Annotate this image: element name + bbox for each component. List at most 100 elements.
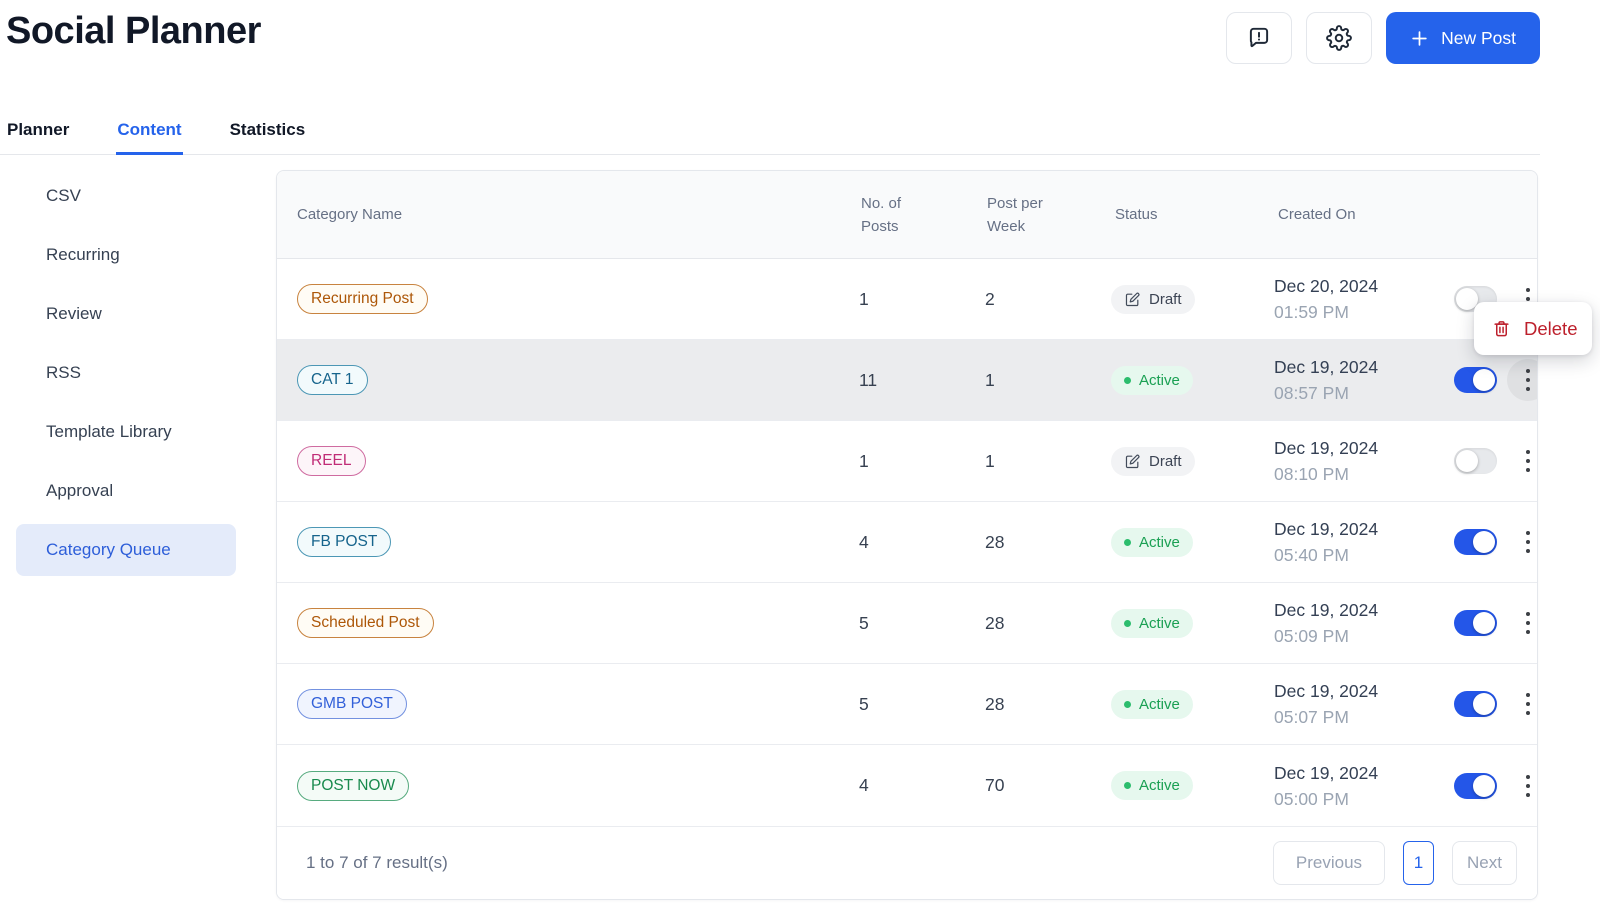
gear-icon [1326, 25, 1353, 51]
new-post-label: New Post [1441, 27, 1516, 48]
active-dot-icon [1124, 619, 1131, 627]
posts-per-week: 2 [985, 288, 995, 309]
category-badge: CAT 1 [297, 365, 368, 395]
posts-count: 11 [859, 369, 878, 390]
posts-count: 4 [859, 531, 869, 552]
delete-menu-item[interactable]: Delete [1524, 318, 1577, 340]
row-menu-button[interactable] [1507, 359, 1537, 401]
posts-count: 1 [859, 450, 869, 471]
tab-planner[interactable]: Planner [6, 110, 70, 155]
status-label: Active [1139, 695, 1180, 713]
status-badge: Active [1111, 771, 1193, 800]
created-time: 01:59 PM [1274, 302, 1349, 322]
status-badge: Active [1111, 365, 1193, 395]
column-header-no-of-posts: No. of Posts [861, 194, 902, 235]
created-date: Dec 19, 2024 [1274, 681, 1379, 701]
created-time: 05:07 PM [1274, 707, 1349, 727]
column-header-category-name: Category Name [297, 206, 403, 223]
social-planner-page: Social Planner New Post Planner Content St… [0, 0, 1600, 922]
created-date: Dec 20, 2024 [1274, 276, 1379, 296]
results-count: 1 to 7 of 7 result(s) [306, 853, 448, 872]
category-badge: FB POST [297, 527, 392, 557]
status-badge: Draft [1111, 446, 1195, 476]
category-badge: REEL [297, 446, 366, 476]
table-header: Category Name No. of Posts Post per Week St… [277, 171, 1537, 259]
table-row: REEL 1 1 Draft Dec 19, 2024 08:10 PM [277, 421, 1537, 502]
pagination: Previous 1 Next [1272, 841, 1517, 885]
posts-per-week: 28 [985, 612, 1005, 633]
status-label: Active [1139, 533, 1180, 551]
tab-statistics[interactable]: Statistics [229, 110, 307, 155]
sidebar-item-rss[interactable]: RSS [16, 347, 236, 399]
created-time: 08:57 PM [1274, 383, 1349, 403]
row-menu-button[interactable] [1507, 602, 1537, 644]
sidebar-item-review[interactable]: Review [16, 288, 236, 340]
created-date: Dec 19, 2024 [1274, 519, 1379, 539]
settings-button[interactable] [1306, 12, 1373, 64]
table-body: Recurring Post 1 2 Draft Dec 20, 2024 01… [277, 259, 1537, 826]
status-badge: Active [1111, 608, 1193, 638]
created-date: Dec 19, 2024 [1274, 762, 1379, 783]
posts-count: 1 [859, 288, 869, 309]
created-time: 05:00 PM [1274, 788, 1349, 809]
posts-count: 5 [859, 693, 869, 714]
page-number-button[interactable]: 1 [1403, 841, 1435, 885]
next-page-button[interactable]: Next [1452, 841, 1517, 885]
row-menu-button[interactable] [1507, 521, 1537, 563]
category-table-card: Category Name No. of Posts Post per Week St… [276, 170, 1538, 900]
new-post-button[interactable]: New Post [1386, 12, 1540, 64]
posts-per-week: 70 [985, 775, 1005, 795]
created-time: 05:09 PM [1274, 626, 1349, 646]
table-row: Scheduled Post 5 28 Active Dec 19, 2024 … [277, 583, 1537, 664]
category-enabled-toggle[interactable] [1454, 448, 1497, 474]
posts-count: 4 [859, 775, 869, 795]
sidebar-item-csv[interactable]: CSV [16, 170, 236, 222]
table-row: CAT 1 11 1 Active Dec 19, 2024 08:57 PM [277, 340, 1537, 421]
status-badge: Active [1111, 527, 1193, 557]
header-actions: New Post [1226, 12, 1540, 64]
active-dot-icon [1124, 782, 1131, 789]
posts-per-week: 1 [985, 450, 995, 471]
tab-bar: Planner Content Statistics [0, 110, 1540, 155]
category-badge: Scheduled Post [297, 608, 434, 638]
posts-per-week: 1 [985, 369, 995, 390]
tab-content[interactable]: Content [116, 110, 183, 155]
column-header-created-on: Created On [1278, 206, 1356, 223]
sidebar-item-approval[interactable]: Approval [16, 465, 236, 517]
category-enabled-toggle[interactable] [1454, 691, 1497, 717]
trash-icon [1492, 319, 1511, 338]
created-time: 05:40 PM [1274, 545, 1349, 565]
category-badge: Recurring Post [297, 284, 428, 314]
active-dot-icon [1124, 538, 1131, 546]
edit-icon [1125, 292, 1140, 306]
table-footer: 1 to 7 of 7 result(s) Previous 1 Next [277, 826, 1537, 899]
category-enabled-toggle[interactable] [1454, 610, 1497, 636]
row-menu-button[interactable] [1507, 440, 1537, 482]
feedback-button[interactable] [1226, 12, 1293, 64]
previous-page-button[interactable]: Previous [1272, 841, 1386, 885]
sidebar: CSV Recurring Review RSS Template Library App… [16, 170, 236, 583]
category-enabled-toggle[interactable] [1454, 367, 1497, 393]
posts-per-week: 28 [985, 693, 1005, 714]
table-row: Recurring Post 1 2 Draft Dec 20, 2024 01… [277, 259, 1537, 340]
row-context-menu: Delete [1474, 302, 1592, 355]
sidebar-item-template-library[interactable]: Template Library [16, 406, 236, 458]
page-title: Social Planner [6, 10, 261, 52]
created-date: Dec 19, 2024 [1274, 357, 1379, 377]
category-enabled-toggle[interactable] [1454, 772, 1497, 799]
category-enabled-toggle[interactable] [1454, 529, 1497, 555]
row-menu-button[interactable] [1507, 765, 1537, 807]
sidebar-item-recurring[interactable]: Recurring [16, 229, 236, 281]
posts-count: 5 [859, 612, 869, 633]
status-label: Active [1139, 777, 1180, 794]
active-dot-icon [1124, 376, 1131, 384]
row-menu-button[interactable] [1507, 683, 1537, 725]
status-badge: Draft [1111, 284, 1195, 314]
table-row: GMB POST 5 28 Active Dec 19, 2024 05:07 … [277, 664, 1537, 745]
feedback-bubble-icon [1246, 25, 1272, 51]
column-header-post-per-week: Post per Week [987, 194, 1043, 235]
column-header-status: Status [1115, 206, 1158, 223]
active-dot-icon [1124, 700, 1131, 708]
plus-icon [1410, 29, 1429, 48]
sidebar-item-category-queue[interactable]: Category Queue [16, 524, 236, 576]
